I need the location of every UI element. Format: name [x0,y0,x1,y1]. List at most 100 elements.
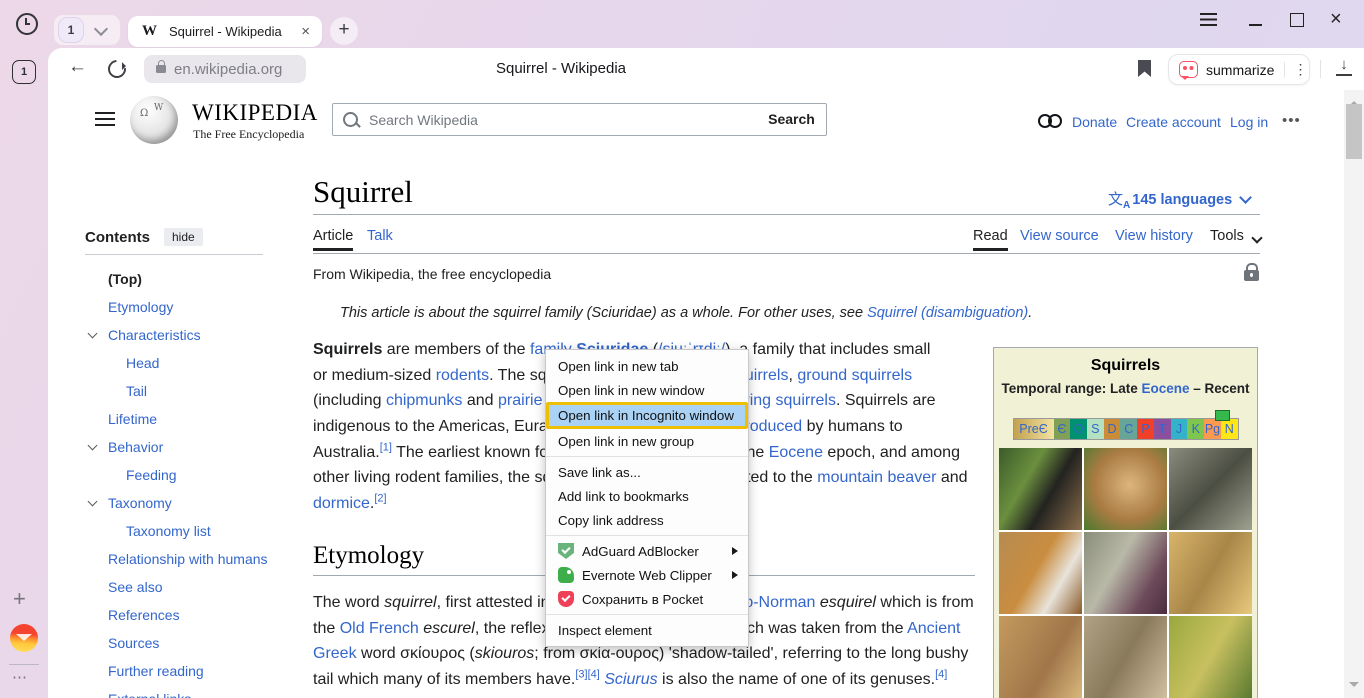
inline-link[interactable]: [4] [935,669,947,681]
bookmark-icon[interactable] [1138,60,1151,77]
downloads-icon[interactable]: ↓ [1336,56,1352,76]
menu-item-evernote-web-clipper[interactable]: Evernote Web Clipper [546,563,748,587]
timeline-period-K[interactable]: K [1187,419,1204,439]
menu-item-copy-link-address[interactable]: Copy link address [546,508,748,532]
menu-item-adguard-adblocker[interactable]: AdGuard AdBlocker [546,539,748,563]
search-input[interactable] [367,111,757,129]
chevron-down-icon[interactable] [94,21,108,35]
tab-read[interactable]: Read [973,228,1008,251]
inline-link[interactable]: Sciurus [604,671,657,688]
login-link[interactable]: Log in [1230,114,1268,130]
sidebar-add-icon[interactable]: + [13,586,26,612]
wiki-search-box[interactable] [332,103,758,136]
back-icon[interactable]: ← [68,56,87,78]
wikipedia-globe-logo[interactable] [130,96,178,144]
scrollbar-thumb[interactable] [1346,104,1362,159]
toc-item-references[interactable]: References [85,601,285,629]
wikipedia-wordmark[interactable]: WIKIPEDIA [192,100,318,126]
timeline-period-D[interactable]: D [1104,419,1121,439]
toc-item-taxonomy[interactable]: Taxonomy [85,489,285,517]
toc-item-etymology[interactable]: Etymology [85,293,285,321]
toc-item-relationship-with-humans[interactable]: Relationship with humans [85,545,285,573]
timeline-period-S[interactable]: S [1087,419,1104,439]
timeline-period-Pg[interactable]: Pg [1204,419,1221,439]
inline-link[interactable]: Ancient [907,620,960,637]
inline-link[interactable]: [2] [374,493,386,505]
chevron-down-icon[interactable] [88,329,98,339]
sidebar-tab-counter[interactable]: 1 [12,60,36,84]
inline-link[interactable]: Eocene [769,444,823,461]
timeline-period-J[interactable]: J [1171,419,1188,439]
squirrel-photo[interactable] [1084,448,1167,530]
toc-item-tail[interactable]: Tail [85,377,285,405]
toc-item-lifetime[interactable]: Lifetime [85,405,285,433]
menu-item-open-link-in-incognito-window[interactable]: Open link in Incognito window [546,402,748,429]
tab-group-badge[interactable]: 1 [58,17,84,43]
squirrel-photo[interactable] [999,532,1082,614]
toc-item-taxonomy-list[interactable]: Taxonomy list [85,517,285,545]
search-button[interactable]: Search [757,103,827,136]
menu-item-save-link-as[interactable]: Save link as... [546,460,748,484]
chevron-down-icon[interactable] [88,441,98,451]
inline-link[interactable]: Eocene [1141,381,1189,396]
new-tab-button[interactable]: + [330,17,358,45]
toc-hide-button[interactable]: hide [164,228,203,246]
squirrel-photo[interactable] [999,448,1082,530]
squirrel-photo[interactable] [1084,532,1167,614]
tab-talk[interactable]: Talk [367,228,393,244]
squirrel-photo[interactable] [1169,616,1252,698]
url-text[interactable]: en.wikipedia.org [174,61,282,78]
timeline-period-T[interactable]: T [1154,419,1171,439]
tab-close-icon[interactable]: × [301,24,310,39]
inline-link[interactable]: chipmunks [386,392,462,409]
squirrel-photo[interactable] [1084,616,1167,698]
inline-link[interactable]: [4] [588,669,600,681]
inline-link[interactable]: [3] [575,669,587,681]
toc-item-external-links[interactable]: External links [85,685,285,698]
squirrel-photo[interactable] [999,616,1082,698]
languages-button[interactable]: 文A 145 languages [1108,188,1250,211]
toc-item-sources[interactable]: Sources [85,629,285,657]
reload-icon[interactable] [104,56,129,81]
timeline-period-P[interactable]: P [1137,419,1154,439]
history-clock-icon[interactable] [16,13,38,35]
menu-item-inspect-element[interactable]: Inspect element [546,618,748,642]
menu-item-open-link-in-new-tab[interactable]: Open link in new tab [546,354,748,378]
timeline-period-O[interactable]: O [1070,419,1087,439]
create-account-link[interactable]: Create account [1126,114,1221,130]
toc-item-see-also[interactable]: See also [85,573,285,601]
toc-item-head[interactable]: Head [85,349,285,377]
tab-view-history[interactable]: View history [1115,228,1193,244]
donate-link[interactable]: Donate [1072,114,1117,130]
toc-item-behavior[interactable]: Behavior [85,433,285,461]
sidebar-more-icon[interactable]: ⋯ [12,668,28,686]
timeline-period-Є[interactable]: Є [1054,419,1071,439]
header-more-icon[interactable]: ••• [1282,112,1301,129]
address-bar-title[interactable]: Squirrel - Wikipedia [461,60,661,77]
scroll-down-arrow-icon[interactable] [1349,682,1359,692]
browser-menu-icon[interactable] [1200,13,1217,26]
squirrel-photo[interactable] [1169,532,1252,614]
page-protection-lock-icon[interactable] [1244,270,1259,281]
timeline-period-PreЄ[interactable]: PreЄ [1014,419,1054,439]
inline-link[interactable]: ground squirrels [797,367,912,384]
tab-view-source[interactable]: View source [1020,228,1099,244]
tab-tools[interactable]: Tools [1210,228,1244,244]
browser-tab[interactable]: W Squirrel - Wikipedia × [128,16,322,47]
menu-item-open-link-in-new-group[interactable]: Open link in new group [546,429,748,453]
inline-link[interactable]: Old French [340,620,419,637]
inline-link[interactable]: mountain beaver [817,469,936,486]
wiki-hamburger-icon[interactable] [95,112,115,126]
inline-link[interactable]: rodents [436,367,489,384]
inline-link[interactable]: Greek [313,645,357,662]
yandex-mail-icon[interactable] [10,624,38,652]
window-close-button[interactable]: × [1330,8,1342,31]
tab-article[interactable]: Article [313,228,353,251]
chevron-down-icon[interactable] [88,497,98,507]
toc-item-characteristics[interactable]: Characteristics [85,321,285,349]
timeline-period-C[interactable]: C [1120,419,1137,439]
inline-link[interactable]: Squirrel (disambiguation) [867,305,1028,321]
window-maximize-button[interactable] [1290,13,1304,27]
timeline-period-N[interactable]: N [1221,419,1238,439]
tab-group-pill[interactable]: 1 [54,15,120,45]
